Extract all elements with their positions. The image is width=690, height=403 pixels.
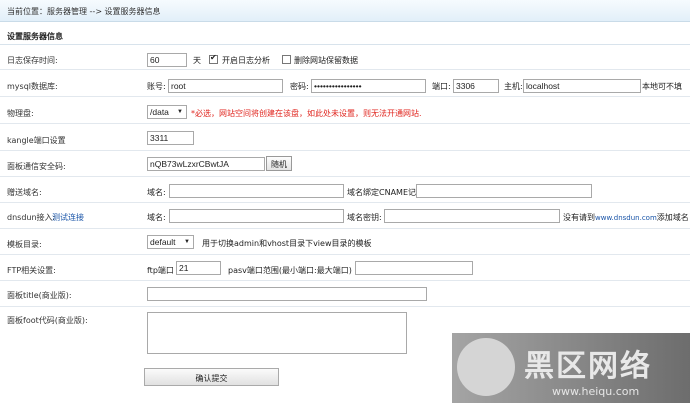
mysql-password-label: 密码:: [290, 82, 309, 91]
chevron-down-icon: ▼: [177, 109, 183, 115]
log-unit: 天: [193, 56, 201, 65]
row-template: 模板目录: default ▼ 用于切换admin和vhost目录下view目录…: [0, 230, 690, 255]
disk-warning: *必选，网站空间将创建在该盘，如此处未设置，则无法开通网站.: [191, 109, 422, 118]
gift-domain-input[interactable]: [169, 184, 344, 198]
ftp-pasv-label: pasv端口范围(最小端口:最大端口): [228, 266, 352, 275]
watermark-title: 黑区网络: [524, 349, 652, 384]
log-analysis-checkbox[interactable]: [209, 53, 218, 64]
panel-foot-label: 面板foot代码(商业版):: [7, 316, 88, 325]
dnsdun-note: 没有请到www.dnsdun.com添加域名: [563, 212, 689, 223]
ftp-label: FTP相关设置:: [7, 266, 56, 275]
log-label: 日志保存时间:: [7, 56, 58, 65]
row-kangle: kangle端口设置 3311: [0, 125, 690, 151]
template-select[interactable]: default ▼: [147, 235, 194, 249]
delete-site-data-checkbox[interactable]: [282, 55, 291, 64]
gift-domain-cname-input[interactable]: [416, 184, 592, 198]
mysql-password-input[interactable]: ••••••••••••••••: [311, 79, 426, 93]
log-days-input[interactable]: 60: [147, 53, 187, 67]
panel-title-label: 面板title(商业版):: [7, 291, 72, 300]
submit-button[interactable]: 确认提交: [144, 368, 279, 386]
mysql-account-input[interactable]: root: [168, 79, 283, 93]
template-note: 用于切换admin和vhost目录下view目录的模板: [202, 239, 372, 248]
dnsdun-key-label: 域名密钥:: [347, 213, 382, 222]
mysql-host-input[interactable]: localhost: [523, 79, 641, 93]
dnsdun-domain-input[interactable]: [169, 209, 344, 223]
breadcrumb: 当前位置：服务器管理 --> 设置服务器信息: [0, 0, 690, 22]
row-ftp: FTP相关设置: ftp端口 21 pasv端口范围(最小端口:最大端口): [0, 256, 690, 281]
dnsdun-test-link[interactable]: 测试连接: [52, 212, 84, 223]
security-code-input[interactable]: nQB73wLzxrCBwtJA: [147, 157, 265, 171]
panel-foot-textarea[interactable]: [147, 312, 407, 354]
disk-select-value: /data: [150, 107, 169, 117]
disk-select[interactable]: /data ▼: [147, 105, 187, 119]
delete-site-data-label: 删除网站保留数据: [294, 56, 358, 65]
log-analysis-label: 开启日志分析: [222, 56, 270, 65]
mysql-account-label: 账号:: [147, 82, 166, 91]
mysql-host-note: 本地可不填: [642, 82, 682, 91]
gift-domain-domain-label: 域名:: [147, 188, 166, 197]
dnsdun-key-input[interactable]: [384, 209, 560, 223]
security-label: 面板通信安全码:: [7, 162, 66, 171]
mysql-label: mysql数据库:: [7, 82, 58, 91]
ftp-port-input[interactable]: 21: [176, 261, 221, 275]
row-log: 日志保存时间: 60 天 开启日志分析 删除网站保留数据: [0, 48, 690, 70]
row-panel-title: 面板title(商业版):: [0, 282, 690, 307]
section-title: 设置服务器信息: [0, 25, 690, 45]
dnsdun-label: dnsdun接入:: [7, 213, 56, 222]
dnsdun-site-link[interactable]: www.dnsdun.com: [595, 214, 657, 222]
kangle-port-input[interactable]: 3311: [147, 131, 194, 145]
panel-title-input[interactable]: [147, 287, 427, 301]
template-select-value: default: [150, 237, 176, 247]
kangle-label: kangle端口设置: [7, 136, 66, 145]
row-disk: 物理盘: /data ▼ *必选，网站空间将创建在该盘，如此处未设置，则无法开通…: [0, 98, 690, 124]
mysql-port-input[interactable]: 3306: [453, 79, 499, 93]
watermark-logo: 黑区网络 www.heiqu.com: [452, 333, 690, 403]
chevron-down-icon: ▼: [184, 239, 190, 245]
template-label: 模板目录:: [7, 240, 42, 249]
dnsdun-note-pre: 没有请到: [563, 213, 595, 222]
mysql-host-label: 主机:: [504, 82, 523, 91]
dnsdun-domain-label: 域名:: [147, 213, 166, 222]
row-security: 面板通信安全码: nQB73wLzxrCBwtJA 随机: [0, 152, 690, 177]
random-button[interactable]: 随机: [266, 156, 292, 171]
dnsdun-note-post: 添加域名: [656, 213, 689, 222]
row-gift-domain: 赠送域名: 域名: 域名绑定CNAME记录: [0, 178, 690, 203]
mysql-port-label: 端口:: [432, 82, 451, 91]
disk-label: 物理盘:: [7, 109, 34, 118]
gift-domain-label: 赠送域名:: [7, 188, 42, 197]
ftp-pasv-input[interactable]: [355, 261, 473, 275]
ftp-port-label: ftp端口: [147, 266, 174, 275]
gift-domain-cname-label: 域名绑定CNAME记录: [347, 188, 424, 197]
row-mysql: mysql数据库: 账号: root 密码: •••••••••••••••• …: [0, 71, 690, 97]
logo-icon: [457, 338, 515, 396]
row-dnsdun: dnsdun接入: 测试连接 域名: 域名密钥: 没有请到www.dnsdun.…: [0, 204, 690, 229]
watermark-url: www.heiqu.com: [552, 385, 640, 398]
